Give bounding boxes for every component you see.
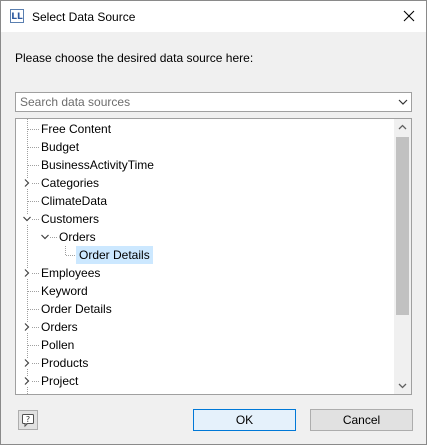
tree-item[interactable]: Free Content — [16, 120, 394, 138]
data-source-tree[interactable]: Free Content Budget BusinessActivityTime Ca… — [15, 118, 412, 395]
chevron-down-icon[interactable] — [22, 214, 32, 224]
tree-connector-line — [28, 291, 39, 292]
tree-item-label: Order Details — [41, 302, 112, 316]
close-button[interactable] — [398, 5, 420, 27]
tree-item-label: Pollen — [41, 338, 75, 352]
tree-item[interactable]: Order Details — [16, 246, 394, 264]
scrollbar-thumb[interactable] — [396, 137, 409, 315]
app-logo-icon: LL — [10, 9, 24, 23]
instruction-label: Please choose the desired data source he… — [15, 51, 254, 65]
tree-connector-line — [28, 129, 39, 130]
help-icon: ? — [22, 414, 34, 428]
chevron-right-icon[interactable] — [22, 358, 32, 368]
tree-connector-line — [28, 345, 39, 346]
svg-text:?: ? — [26, 415, 30, 424]
tree-item[interactable]: Budget — [16, 138, 394, 156]
tree-connector-line — [28, 201, 39, 202]
tree-item[interactable]: Orders — [16, 228, 394, 246]
tree-item-label: Customers — [41, 212, 100, 226]
chevron-down-icon[interactable] — [40, 232, 50, 242]
tree-connector-line — [28, 147, 39, 148]
tree-item[interactable]: Pollen — [16, 336, 394, 354]
tree-item-label: Sales — [41, 390, 71, 394]
tree-item-label: Categories — [41, 176, 100, 190]
select-data-source-dialog: LL Select Data Source Please choose the … — [0, 0, 427, 445]
tree-item[interactable]: Customers — [16, 210, 394, 228]
scroll-up-icon[interactable] — [394, 119, 411, 136]
tree-item-label: Orders — [41, 320, 78, 334]
chevron-right-icon[interactable] — [22, 268, 32, 278]
tree-item-label: Keyword — [41, 284, 88, 298]
tree-item[interactable]: ClimateData — [16, 192, 394, 210]
search-input[interactable] — [16, 93, 396, 111]
close-icon — [403, 10, 415, 22]
tree-item[interactable]: Order Details — [16, 300, 394, 318]
scroll-down-icon[interactable] — [394, 377, 411, 394]
tree-connector-line — [28, 309, 39, 310]
dialog-body: Please choose the desired data source he… — [1, 32, 426, 399]
chevron-right-icon[interactable] — [22, 376, 32, 386]
cancel-button[interactable]: Cancel — [310, 409, 413, 431]
tree-item-label: Free Content — [41, 122, 112, 136]
chevron-right-icon[interactable] — [22, 178, 32, 188]
tree-item[interactable]: Categories — [16, 174, 394, 192]
chevron-right-icon[interactable] — [22, 322, 32, 332]
dialog-footer: ? OK Cancel — [1, 399, 426, 444]
window-title: Select Data Source — [32, 10, 136, 24]
tree-item-label: Project — [41, 374, 79, 388]
tree-item-label: Orders — [59, 230, 96, 244]
help-button[interactable]: ? — [18, 410, 38, 430]
tree-item[interactable]: Sales — [16, 390, 394, 394]
tree-item-label: Budget — [41, 140, 80, 154]
tree-item[interactable]: Keyword — [16, 282, 394, 300]
tree-item[interactable]: Project — [16, 372, 394, 390]
ok-button[interactable]: OK — [193, 409, 296, 431]
tree-view-items: Free Content Budget BusinessActivityTime Ca… — [16, 119, 394, 394]
tree-item-label: Products — [41, 356, 89, 370]
tree-item[interactable]: Products — [16, 354, 394, 372]
tree-item[interactable]: Employees — [16, 264, 394, 282]
tree-item-label: BusinessActivityTime — [41, 158, 154, 172]
tree-connector-line — [65, 246, 66, 255]
tree-item[interactable]: Orders — [16, 318, 394, 336]
tree-connector-line — [28, 165, 39, 166]
title-bar: LL Select Data Source — [1, 1, 426, 32]
search-combobox[interactable] — [15, 92, 412, 112]
chevron-down-icon[interactable] — [397, 96, 409, 108]
tree-item-label: Order Details — [76, 246, 153, 264]
vertical-scrollbar[interactable] — [394, 119, 411, 394]
tree-item-label: ClimateData — [41, 194, 108, 208]
tree-item[interactable]: BusinessActivityTime — [16, 156, 394, 174]
tree-item-label: Employees — [41, 266, 101, 280]
